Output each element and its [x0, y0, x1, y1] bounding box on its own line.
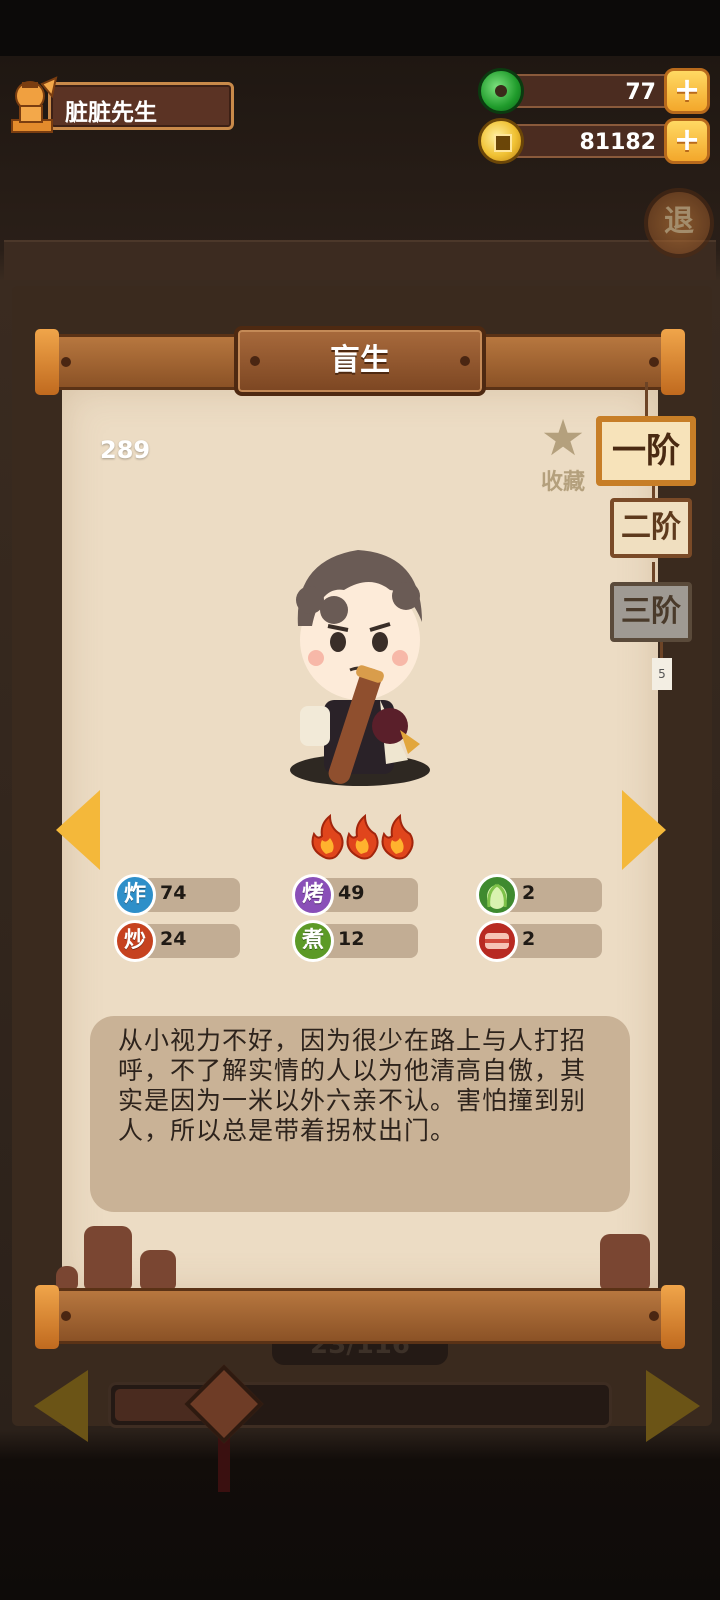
rivet	[649, 357, 659, 367]
flame-icon	[381, 814, 414, 860]
player-info[interactable]: 脏脏先生	[6, 74, 234, 134]
jar-decoration	[84, 1226, 132, 1290]
stat-roast: 烤 49	[292, 874, 418, 916]
stat-value: 74	[160, 882, 187, 904]
flame-icon	[311, 814, 344, 860]
roast-icon: 烤	[292, 874, 334, 916]
rivet	[61, 357, 71, 367]
character-description: 从小视力不好，因为很少在路上与人打招呼，不了解实情的人以为他清高自傲，其实是因为…	[118, 1026, 587, 1145]
jar-decoration	[600, 1234, 650, 1290]
meat-icon	[476, 920, 518, 962]
card-bottom-rod	[35, 1285, 685, 1349]
jar-decoration	[56, 1266, 78, 1290]
stat-value: 2	[522, 928, 536, 950]
flame-rating	[311, 814, 414, 860]
cabbage-icon	[476, 874, 518, 916]
coin-resource: 81182 +	[478, 118, 710, 164]
coin-bar: 81182	[498, 124, 688, 158]
character-portrait	[290, 550, 430, 786]
page-next-button[interactable]	[646, 1370, 700, 1442]
favorite-label: 收藏	[540, 470, 585, 495]
rivet	[61, 1311, 71, 1321]
jade-value: 77	[625, 80, 656, 105]
jade-resource: 77 +	[478, 68, 710, 114]
next-character-button[interactable]	[622, 790, 666, 870]
tier-cord	[652, 562, 655, 584]
stat-vegetable: 2	[476, 874, 602, 916]
star-icon: ★	[540, 409, 586, 467]
page-slider[interactable]	[108, 1382, 612, 1428]
description-box: 从小视力不好，因为很少在路上与人打招呼，不了解实情的人以为他清高自傲，其实是因为…	[90, 1016, 630, 1212]
character-name: 盲生	[330, 343, 390, 378]
rivet	[649, 1311, 659, 1321]
tier-2-tab[interactable]: 二阶	[610, 498, 692, 558]
trophy-avatar-icon	[11, 76, 58, 133]
flame-icon	[346, 814, 379, 860]
stat-value: 12	[338, 928, 365, 950]
page-prev-button[interactable]	[34, 1370, 88, 1442]
player-name-box: 脏脏先生	[48, 82, 234, 130]
stirfry-icon: 炒	[114, 920, 156, 962]
jade-icon	[478, 68, 524, 114]
tier-hang-tag: 5	[652, 658, 672, 690]
stat-boil: 煮 12	[292, 920, 418, 962]
game-screen: 23/116 脏脏先生 77 + 81182 + 退 盲生 289 ★ 收藏 一…	[0, 0, 720, 1600]
jar-decoration	[140, 1250, 176, 1290]
tier-1-tab[interactable]: 一阶	[596, 416, 696, 486]
stat-value: 24	[160, 928, 187, 950]
character-id-number: 289	[100, 436, 151, 464]
add-coin-button[interactable]: +	[664, 118, 710, 164]
stat-fry: 炸 74	[114, 874, 240, 916]
player-name: 脏脏先生	[65, 100, 157, 126]
stat-stirfry: 炒 24	[114, 920, 240, 962]
background-shelf	[4, 240, 716, 280]
coin-value: 81182	[579, 130, 656, 155]
jade-bar: 77	[498, 74, 688, 108]
stat-value: 2	[522, 882, 536, 904]
exit-button[interactable]: 退	[644, 188, 714, 258]
tier-cord	[645, 382, 648, 418]
add-jade-button[interactable]: +	[664, 68, 710, 114]
boil-icon: 煮	[292, 920, 334, 962]
favorite-button[interactable]: ★ 收藏	[528, 412, 598, 498]
tier-3-tab[interactable]: 三阶	[610, 582, 692, 642]
card-title-plate: 盲生	[234, 326, 486, 396]
fry-icon: 炸	[114, 874, 156, 916]
prev-character-button[interactable]	[56, 790, 100, 870]
coin-icon	[478, 118, 524, 164]
stat-value: 49	[338, 882, 365, 904]
stat-meat: 2	[476, 920, 602, 962]
